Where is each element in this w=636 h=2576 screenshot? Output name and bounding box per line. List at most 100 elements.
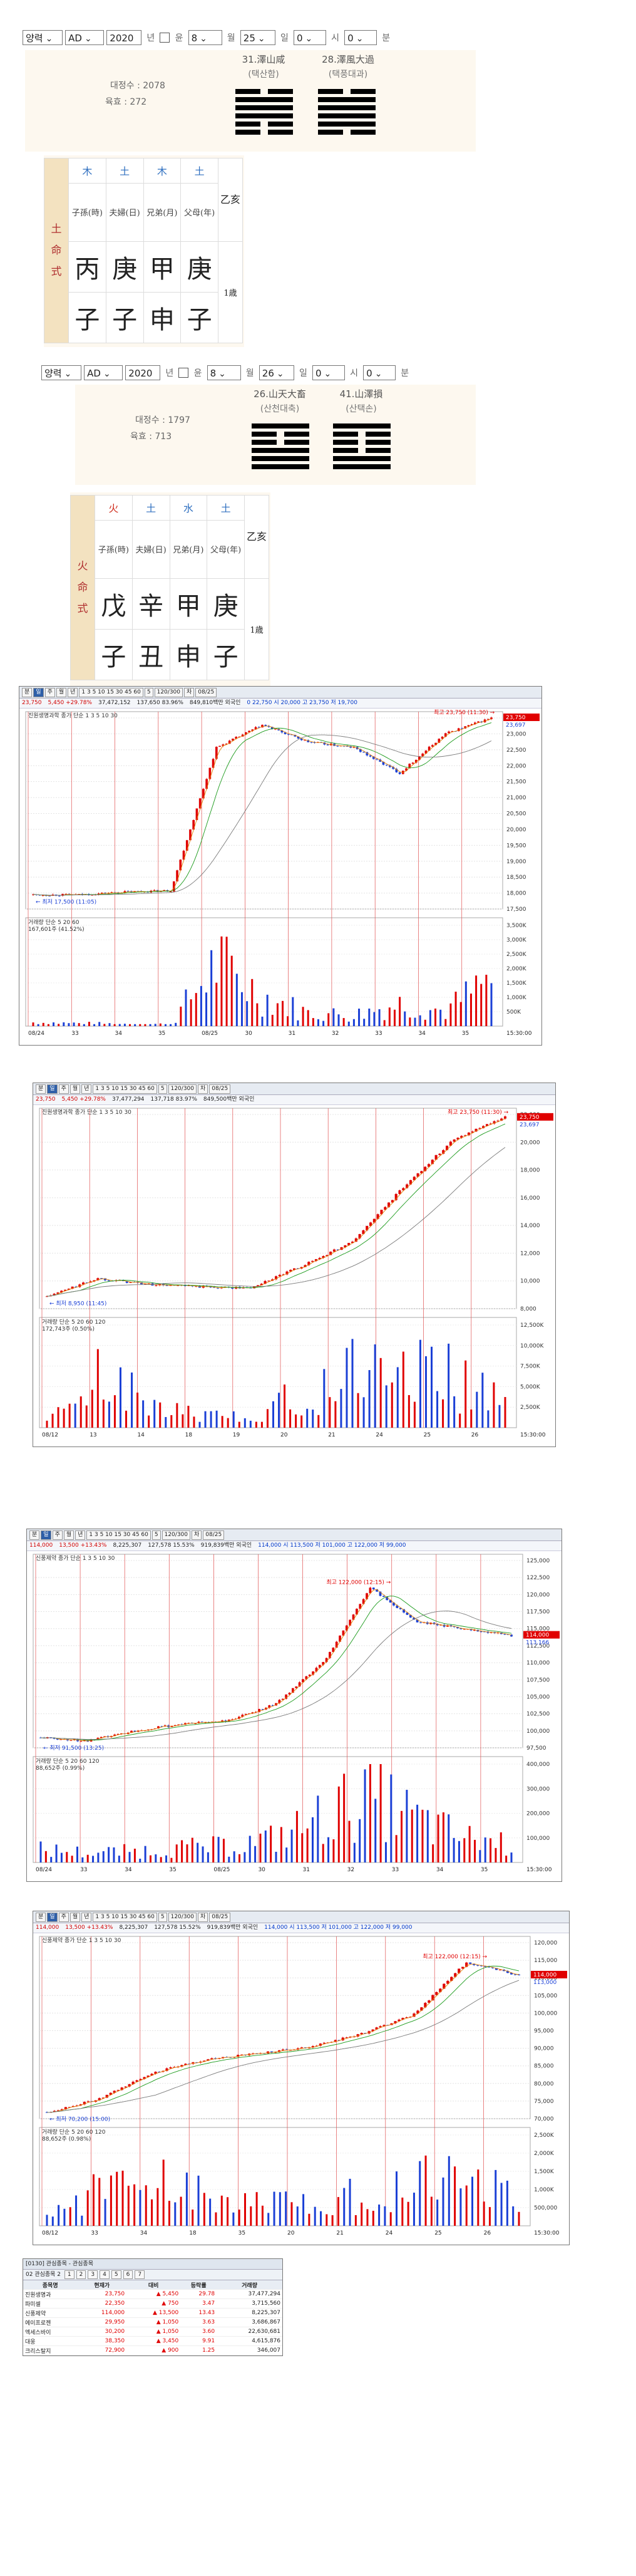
chart-toolbar-button[interactable]: 일: [47, 1084, 58, 1094]
watchlist-tab[interactable]: 7: [135, 2270, 145, 2279]
chart-toolbar-button[interactable]: 08/25: [209, 1084, 231, 1094]
volume-bar: [227, 1418, 229, 1428]
watchlist-tab[interactable]: 1: [64, 2270, 74, 2279]
chart-toolbar-button[interactable]: 차: [198, 1084, 208, 1094]
volume-bar: [373, 1012, 376, 1026]
chart-toolbar-button[interactable]: 5: [158, 1913, 167, 1922]
vol-tick-label: 1,000K: [506, 995, 527, 1001]
chart-toolbar-button[interactable]: 년: [81, 1913, 92, 1922]
calendar-select[interactable]: 양력: [23, 30, 63, 45]
watchlist-row[interactable]: 대웅 38,350 ▲ 3,450 9.91 4,615,876: [23, 2336, 282, 2346]
chart-toolbar-button[interactable]: 주: [52, 1530, 63, 1540]
watchlist-header-cell[interactable]: 현재가: [77, 2280, 127, 2290]
watchlist-tab[interactable]: 6: [123, 2270, 133, 2279]
chart-toolbar-button[interactable]: 월: [56, 688, 67, 697]
volume-bar: [289, 1409, 292, 1428]
chart-toolbar-button[interactable]: 120/300: [162, 1530, 190, 1540]
chart-toolbar-button[interactable]: 분: [36, 1084, 46, 1094]
watchlist-row[interactable]: 진원생명과 23,750 ▲ 5,450 29.78 37,477,294: [23, 2289, 282, 2299]
chart-toolbar-button[interactable]: 1 3 5 10 15 30 45 60: [86, 1530, 151, 1540]
saju-relation: 夫婦(日): [105, 182, 144, 242]
saju-element: 土: [207, 495, 245, 521]
chart-toolbar-button[interactable]: 월: [69, 1913, 81, 1922]
high-annotation: 최고 122,000 (12:15) →: [326, 1579, 391, 1586]
watchlist-header-cell[interactable]: 대비: [126, 2280, 181, 2290]
month-select[interactable]: 8: [188, 30, 222, 45]
watchlist-row[interactable]: 파미셀 22,350 ▲ 750 3.47 3,715,560: [23, 2298, 282, 2309]
chart-toolbar-button[interactable]: 120/300: [154, 688, 183, 697]
saju-stem: 庚: [105, 241, 144, 293]
chart-toolbar-button[interactable]: 월: [69, 1084, 81, 1094]
chart-toolbar-button[interactable]: 년: [81, 1084, 92, 1094]
volume-bar: [271, 1014, 274, 1026]
watchlist-header-cell[interactable]: 거래량: [217, 2280, 282, 2290]
watchlist-row[interactable]: 에이프로젠 29,950 ▲ 1,050 3.63 3,686,867: [23, 2317, 282, 2327]
quote-volume: 37,477,294: [111, 1096, 145, 1103]
chart-toolbar-button[interactable]: 120/300: [168, 1084, 197, 1094]
chart-toolbar-button[interactable]: 분: [29, 1530, 40, 1540]
chart-toolbar-button[interactable]: 120/300: [168, 1913, 197, 1922]
chart-toolbar-button[interactable]: 08/25: [203, 1530, 225, 1540]
minute-select[interactable]: 0: [363, 365, 396, 380]
watchlist-header-cell[interactable]: 종목명: [23, 2280, 78, 2290]
year-input[interactable]: 2020: [106, 30, 142, 45]
y-tick-label: 97,500: [526, 1745, 546, 1752]
quote-price: 114,000: [29, 1542, 53, 1549]
chart-toolbar-button[interactable]: 일: [33, 688, 44, 697]
chart-toolbar-button[interactable]: 주: [58, 1084, 69, 1094]
chart-toolbar-button[interactable]: 08/25: [195, 688, 217, 697]
chart-toolbar-button[interactable]: 주: [44, 688, 55, 697]
year-input[interactable]: 2020: [125, 365, 161, 380]
calendar-select[interactable]: 양력: [41, 365, 81, 380]
chart-toolbar-button[interactable]: 월: [63, 1530, 74, 1540]
watchlist-cell-vol: 3,715,560: [217, 2298, 282, 2309]
watchlist-row[interactable]: 신풍제약 114,000 ▲ 13,500 13.43 8,225,307: [23, 2308, 282, 2318]
chart-toolbar-button[interactable]: 분: [36, 1913, 46, 1922]
chart-toolbar-button[interactable]: 분: [22, 688, 33, 697]
chart-toolbar-button[interactable]: 1 3 5 10 15 30 45 60: [93, 1913, 157, 1922]
chart-toolbar-button[interactable]: 5: [144, 688, 153, 697]
chart-toolbar-button[interactable]: 08/25: [209, 1913, 231, 1922]
watchlist-tab[interactable]: 3: [88, 2270, 98, 2279]
saju-element: 土: [180, 158, 218, 184]
chart-toolbar-button[interactable]: 일: [41, 1530, 51, 1540]
chart-window-4: 분일주월년1 3 5 10 15 30 45 60 5 120/300 차 08/25 1…: [33, 1911, 570, 2245]
ma-value-text: 113,000: [533, 1980, 556, 1986]
watchlist-header-cell[interactable]: 등락률: [180, 2280, 217, 2290]
month-select[interactable]: 8: [207, 365, 241, 380]
hour-select[interactable]: 0: [293, 30, 326, 45]
watchlist-row[interactable]: 엑세스바이 30,200 ▲ 1,050 3.60 22,630,681: [23, 2327, 282, 2337]
chart-toolbar-button[interactable]: 차: [192, 1530, 202, 1540]
watchlist-tab[interactable]: 5: [111, 2270, 121, 2279]
chart-toolbar-button[interactable]: 1 3 5 10 15 30 45 60: [93, 1084, 157, 1094]
year-unit: 년: [165, 368, 174, 378]
volume-bar: [337, 1014, 340, 1026]
minute-select[interactable]: 0: [344, 30, 377, 45]
chart-toolbar-button[interactable]: 주: [58, 1913, 69, 1922]
chart-toolbar-button[interactable]: 5: [151, 1530, 161, 1540]
chart-toolbar-button[interactable]: 차: [198, 1913, 208, 1922]
volume-bar: [66, 1852, 68, 1862]
watchlist-tab[interactable]: 4: [100, 2270, 110, 2279]
chart-toolbar-button[interactable]: 1 3 5 10 15 30 45 60: [79, 688, 143, 697]
chart-toolbar-button[interactable]: 5: [158, 1084, 167, 1094]
day-select[interactable]: 25: [240, 30, 275, 45]
chart-toolbar-button[interactable]: 일: [47, 1913, 58, 1922]
chart-toolbar-button[interactable]: 년: [75, 1530, 86, 1540]
day-select[interactable]: 26: [259, 365, 294, 380]
hour-select[interactable]: 0: [312, 365, 345, 380]
saju-element: 火: [95, 495, 133, 521]
chart-toolbar: 분일주월년1 3 5 10 15 30 45 60 5 120/300 차 08/25: [27, 1529, 562, 1541]
chart-toolbar-button[interactable]: 년: [68, 688, 78, 697]
watchlist-tab[interactable]: 2: [76, 2270, 86, 2279]
era-select[interactable]: AD: [65, 30, 105, 45]
chart-toolbar-button[interactable]: 차: [184, 688, 195, 697]
leap-checkbox[interactable]: [160, 33, 170, 43]
watchlist-group-select[interactable]: 02 관심종목 2: [26, 2272, 61, 2278]
volume-bar: [454, 2166, 456, 2226]
watchlist-row[interactable]: 크리스탈지 72,900 ▲ 900 1.25 346,007: [23, 2345, 282, 2355]
era-select[interactable]: AD: [84, 365, 123, 380]
volume-bar: [368, 1370, 371, 1428]
saju-relation: 子孫(時): [95, 519, 133, 579]
leap-checkbox[interactable]: [178, 368, 189, 378]
